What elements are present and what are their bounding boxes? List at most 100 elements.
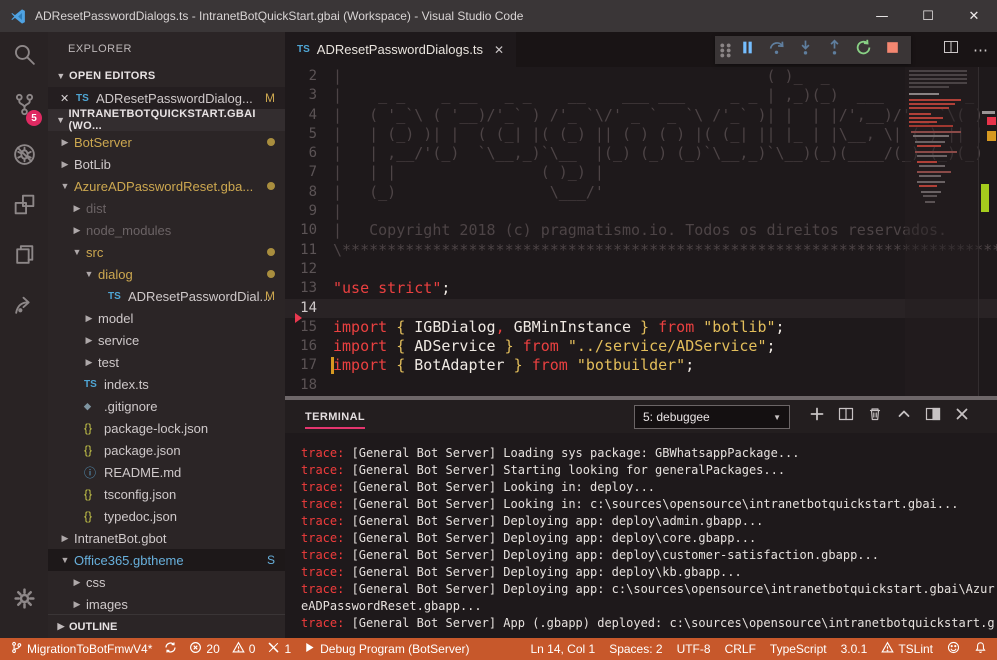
code-editor[interactable]: 2| ( )_ _3| _ _ _ __ _ _ __ ___ ___ _ _ …	[285, 67, 997, 396]
outline-header[interactable]: ▶ OUTLINE	[48, 614, 285, 638]
tree-item-label: package-lock.json	[104, 421, 208, 436]
step-into-button[interactable]	[791, 37, 820, 63]
step-over-button[interactable]	[762, 37, 791, 63]
tree-item-css[interactable]: ▶css	[48, 571, 285, 593]
tree-item-test[interactable]: ▶test	[48, 351, 285, 373]
workspace-header[interactable]: ▼ INTRANETBOTQUICKSTART.GBAI (WO...	[48, 109, 285, 131]
info-file-icon: ⓘ	[84, 464, 102, 481]
tree-item-package-lock-json[interactable]: {}package-lock.json	[48, 417, 285, 439]
tree-item-botserver[interactable]: ▶BotServer	[48, 131, 285, 153]
encoding[interactable]: UTF-8	[677, 642, 711, 656]
tree-item-dist[interactable]: ▶dist	[48, 197, 285, 219]
tree-item-node-modules[interactable]: ▶node_modules	[48, 219, 285, 241]
settings-button[interactable]	[0, 576, 48, 626]
tree-item-model[interactable]: ▶model	[48, 307, 285, 329]
tree-item-label: typedoc.json	[104, 509, 177, 524]
maximize-panel-icon[interactable]	[896, 406, 912, 427]
close-icon[interactable]: ✕	[60, 92, 76, 105]
tree-item-typedoc-json[interactable]: {}typedoc.json	[48, 505, 285, 527]
eol[interactable]: CRLF	[725, 642, 756, 656]
code-line-5[interactable]: 5| | (_) )| | ( (_| |( (_) || ( ) ( ) |(…	[285, 125, 997, 144]
code-line-14[interactable]: 14	[285, 299, 997, 318]
more-actions-button[interactable]: ⋯	[973, 41, 989, 59]
tree-item-src[interactable]: ▼src	[48, 241, 285, 263]
terminal-output[interactable]: trace: [General Bot Server] Loading sys …	[285, 433, 997, 638]
toggle-panel-icon[interactable]	[925, 406, 941, 427]
activity-bar-item[interactable]	[0, 232, 48, 282]
tab-terminal[interactable]: TERMINAL	[305, 411, 365, 429]
activity-bar-item[interactable]	[0, 182, 48, 232]
tree-item-readme-md[interactable]: ⓘREADME.md	[48, 461, 285, 483]
code-line-9[interactable]: 9|	[285, 202, 997, 221]
minimap[interactable]	[905, 67, 978, 396]
tasks-count[interactable]: 1	[267, 641, 291, 657]
code-line-10[interactable]: 10| Copyright 2018 (c) pragmatismo.io. T…	[285, 221, 997, 240]
pause-button[interactable]	[733, 37, 762, 63]
tree-item-intranetbot-gbot[interactable]: ▶IntranetBot.gbot	[48, 527, 285, 549]
add-terminal-icon[interactable]	[809, 406, 825, 427]
step-out-button[interactable]	[820, 37, 849, 63]
sync-status[interactable]	[164, 641, 177, 657]
line-number: 2	[285, 67, 333, 86]
feedback-smiley[interactable]	[947, 641, 960, 657]
tab-adresetpassworddialogs[interactable]: TS ADResetPasswordDialogs.ts ✕	[285, 32, 516, 67]
tslint-status[interactable]: TSLint	[881, 641, 933, 657]
code-line-12[interactable]: 12	[285, 260, 997, 279]
error-count[interactable]: 20	[189, 641, 219, 657]
line-number: 8	[285, 183, 333, 202]
tree-item-package-json[interactable]: {}package.json	[48, 439, 285, 461]
tree-item-service[interactable]: ▶service	[48, 329, 285, 351]
split-editor-button[interactable]	[943, 39, 959, 60]
ts-version[interactable]: 3.0.1	[841, 642, 868, 656]
tree-item-botlib[interactable]: ▶BotLib	[48, 153, 285, 175]
code-line-7[interactable]: 7| | | ( )_) |	[285, 163, 997, 182]
tree-item-azureadpasswordreset-gba-[interactable]: ▼AzureADPasswordReset.gba...	[48, 175, 285, 197]
tree-item-images[interactable]: ▶images	[48, 593, 285, 615]
close-panel-icon[interactable]	[954, 406, 970, 427]
tree-item-tsconfig-json[interactable]: {}tsconfig.json	[48, 483, 285, 505]
open-editors-header[interactable]: ▼ OPEN EDITORS	[48, 65, 285, 87]
code-line-18[interactable]: 18	[285, 376, 997, 395]
stop-button[interactable]	[878, 37, 907, 63]
activity-bar-item[interactable]	[0, 32, 48, 82]
warning-count[interactable]: 0	[232, 641, 256, 657]
activity-bar-item[interactable]	[0, 132, 48, 182]
tree-item-index-ts[interactable]: TSindex.ts	[48, 373, 285, 395]
code-line-3[interactable]: 3| _ _ _ __ _ _ __ ___ ___ _ _ | ,_)(_) …	[285, 86, 997, 105]
language-mode[interactable]: TypeScript	[770, 642, 827, 656]
code-line-15[interactable]: 15import { IGBDialog, GBMinInstance } fr…	[285, 318, 997, 337]
maximize-button[interactable]: ☐	[905, 0, 951, 32]
tab-close-icon[interactable]: ✕	[494, 43, 504, 57]
cursor-position[interactable]: Ln 14, Col 1	[530, 642, 595, 656]
tree-item-dialog[interactable]: ▼dialog	[48, 263, 285, 285]
code-line-2[interactable]: 2| ( )_ _	[285, 67, 997, 86]
code-line-13[interactable]: 13"use strict";	[285, 279, 997, 298]
code-line-4[interactable]: 4| ( '_`\ ( '__)/'_` ) /'_ `\/' _ ` _ `\…	[285, 106, 997, 125]
step-out-icon	[826, 39, 843, 61]
git-branch-status[interactable]: MigrationToBotFmwV4*	[10, 641, 152, 657]
debug-launch-config[interactable]: Debug Program (BotServer)	[303, 641, 469, 657]
code-line-6[interactable]: 6| | ,__/'(_) `\__,_)`\__ |(_) (_) (_)`\…	[285, 144, 997, 163]
notifications-bell[interactable]	[974, 641, 987, 657]
restart-button[interactable]	[849, 37, 878, 63]
tree-item-adresetpassworddial-[interactable]: TSADResetPasswordDial...M	[48, 285, 285, 307]
activity-bar-item[interactable]: 5	[0, 82, 48, 132]
open-editor-item[interactable]: ✕TSADResetPasswordDialog...M	[48, 87, 285, 109]
split-terminal-icon[interactable]	[838, 406, 854, 427]
terminal-select[interactable]: 5: debuggee ▼	[634, 405, 790, 429]
tree-item-label: .gitignore	[104, 399, 157, 414]
code-line-16[interactable]: 16import { ADService } from "../service/…	[285, 337, 997, 356]
indentation[interactable]: Spaces: 2	[609, 642, 662, 656]
code-line-19[interactable]: 19const UrlJoin = require("url-join");	[285, 395, 997, 396]
tree-item--gitignore[interactable]: ◆.gitignore	[48, 395, 285, 417]
code-line-17[interactable]: 17import { BotAdapter } from "botbuilder…	[285, 356, 997, 375]
code-line-11[interactable]: 11\*************************************…	[285, 241, 997, 260]
tree-item-office365-gbtheme[interactable]: ▼Office365.gbthemeS	[48, 549, 285, 571]
kill-terminal-icon[interactable]	[867, 406, 883, 427]
code-line-8[interactable]: 8| (_) \___/'	[285, 183, 997, 202]
minimize-button[interactable]: —	[859, 0, 905, 32]
terminal-line: trace: [General Bot Server] Deploying ap…	[301, 547, 997, 564]
close-button[interactable]: ✕	[951, 0, 997, 32]
toolbar-drag-handle[interactable]: ●●●●●●	[719, 43, 733, 58]
activity-bar-item[interactable]	[0, 282, 48, 332]
